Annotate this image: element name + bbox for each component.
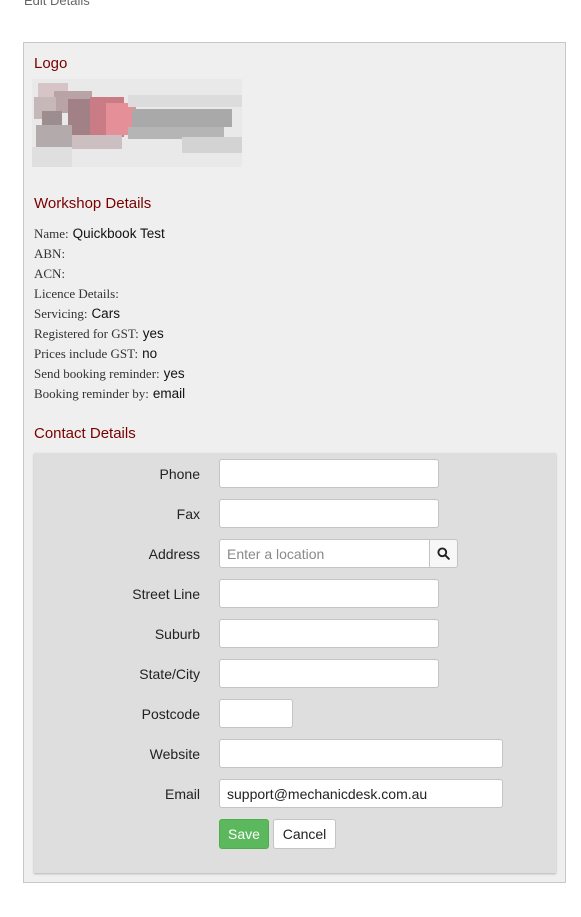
detail-send-reminder: Send booking reminder: yes — [34, 366, 185, 381]
email-input[interactable] — [219, 779, 503, 808]
suburb-row: Suburb — [34, 619, 556, 649]
logo-image — [32, 79, 242, 167]
state-city-input[interactable] — [219, 659, 439, 688]
detail-registered-gst: Registered for GST: yes — [34, 326, 164, 341]
phone-row: Phone — [34, 459, 556, 489]
page-heading-cut: Edit Details — [24, 0, 90, 8]
website-row: Website — [34, 739, 556, 769]
street-line-row: Street Line — [34, 579, 556, 609]
state-city-label: State/City — [139, 666, 200, 682]
postcode-input[interactable] — [219, 699, 293, 728]
postcode-label: Postcode — [141, 706, 200, 722]
address-search-button[interactable] — [430, 539, 458, 568]
detail-servicing: Servicing: Cars — [34, 306, 120, 321]
address-label: Address — [148, 546, 200, 562]
postcode-row: Postcode — [34, 699, 556, 729]
website-label: Website — [149, 746, 200, 762]
workshop-details-title: Workshop Details — [34, 195, 152, 212]
address-input[interactable] — [219, 539, 430, 568]
detail-name: Name: Quickbook Test — [34, 226, 165, 241]
phone-label: Phone — [159, 466, 200, 482]
search-icon — [437, 547, 450, 560]
detail-licence: Licence Details: — [34, 286, 119, 301]
contact-details-title: Contact Details — [34, 425, 136, 442]
cancel-button[interactable]: Cancel — [273, 819, 336, 849]
street-line-input[interactable] — [219, 579, 439, 608]
workshop-details: Name: Quickbook Test ABN: ACN: Licence De… — [34, 224, 185, 404]
detail-reminder-by: Booking reminder by: email — [34, 386, 186, 401]
fax-row: Fax — [34, 499, 556, 529]
suburb-input[interactable] — [219, 619, 439, 648]
phone-input[interactable] — [219, 459, 439, 488]
detail-abn: ABN: — [34, 246, 66, 261]
detail-prices-include-gst: Prices include GST: no — [34, 346, 158, 361]
email-row: Email — [34, 779, 556, 809]
detail-acn: ACN: — [34, 266, 66, 281]
website-input[interactable] — [219, 739, 503, 768]
street-line-label: Street Line — [132, 586, 200, 602]
fax-label: Fax — [176, 506, 200, 522]
email-label: Email — [164, 786, 200, 802]
state-city-row: State/City — [34, 659, 556, 689]
logo-title: Logo — [34, 55, 68, 72]
suburb-label: Suburb — [154, 626, 200, 642]
save-button[interactable]: Save — [219, 819, 269, 849]
address-row: Address — [34, 539, 556, 569]
fax-input[interactable] — [219, 499, 439, 528]
contact-form: Phone Fax Address Street Line Suburb — [34, 453, 556, 873]
workshop-panel: Logo Workshop Details Name: Quickbook Tes… — [23, 42, 566, 883]
